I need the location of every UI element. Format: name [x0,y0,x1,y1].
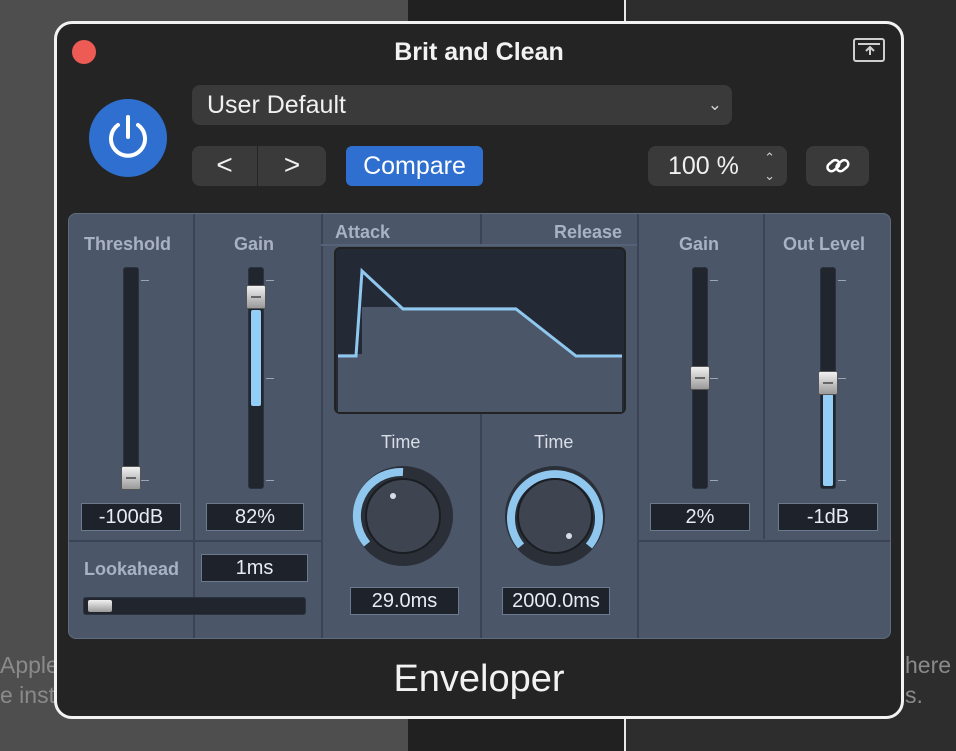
preset-navigation: < > [192,146,326,186]
output-gain-label: Gain [679,234,720,254]
tick [838,280,846,281]
tick [266,480,274,481]
link-icon[interactable] [806,146,869,186]
tick [141,480,149,481]
release-time-value[interactable]: 2000.0ms [502,587,610,615]
divider [637,540,890,542]
divider [763,214,765,539]
stepper-arrows-icon: ⌃ ⌄ [764,150,775,183]
compare-button[interactable]: Compare [346,146,483,186]
tick [838,378,846,379]
tick [710,378,718,379]
threshold-slider[interactable] [121,267,141,490]
threshold-value[interactable]: -100dB [81,503,181,531]
tick [838,480,846,481]
plugin-window: Brit and Clean User Default ⌄ < > Compar… [54,21,904,719]
preset-select[interactable]: User Default ⌄ [192,85,732,125]
attack-time-label: Time [381,432,421,452]
plugin-name: Enveloper [393,658,565,700]
divider [193,214,195,638]
envelope-graph[interactable] [334,247,626,414]
enveloper-panel: Threshold -100dB Gain 82% Lookahead 1ms … [68,213,891,639]
lookahead-slider[interactable] [83,597,306,615]
window-title: Brit and Clean [394,38,564,66]
divider [321,214,323,638]
lookahead-label: Lookahead [84,559,180,579]
release-knob[interactable] [501,462,609,570]
out-level-slider[interactable] [818,267,838,489]
tick [266,280,274,281]
divider [480,214,482,244]
gain-fill [251,310,261,406]
zoom-value: 100 % [668,152,739,180]
power-icon[interactable] [89,99,167,177]
background-text-right: here s. [905,652,952,708]
output-gain-thumb[interactable] [690,366,710,390]
threshold-thumb[interactable] [121,466,141,490]
out-level-thumb[interactable] [818,371,838,395]
lookahead-value[interactable]: 1ms [201,554,308,582]
attack-knob[interactable] [349,462,457,570]
release-time-label: Time [534,432,574,452]
divider [69,540,321,542]
release-label: Release [554,222,623,242]
attack-time-value[interactable]: 29.0ms [350,587,459,615]
output-gain-value[interactable]: 2% [650,503,750,531]
out-level-label: Out Level [783,234,866,254]
attack-label: Attack [335,222,391,242]
out-level-value[interactable]: -1dB [778,503,878,531]
popout-icon[interactable] [853,38,885,62]
divider [480,414,482,638]
tick [141,280,149,281]
gain-label: Gain [234,234,275,254]
next-preset-button[interactable]: > [259,146,325,186]
gain-thumb[interactable] [246,285,266,309]
preset-label: User Default [207,91,346,119]
threshold-label: Threshold [84,234,172,254]
chevron-down-icon: ⌄ [707,95,722,114]
lookahead-thumb[interactable] [88,600,112,612]
tick [266,378,274,379]
divider [637,214,639,638]
tick [710,280,718,281]
output-gain-slider[interactable] [690,267,710,489]
divider [321,244,637,246]
background-text-left: Apple e inst [0,652,59,708]
out-level-fill [823,394,833,486]
tick [710,480,718,481]
gain-value[interactable]: 82% [206,503,304,531]
zoom-select[interactable]: 100 % ⌃ ⌄ [648,146,787,186]
previous-preset-button[interactable]: < [192,146,258,186]
gain-slider[interactable] [246,267,266,489]
